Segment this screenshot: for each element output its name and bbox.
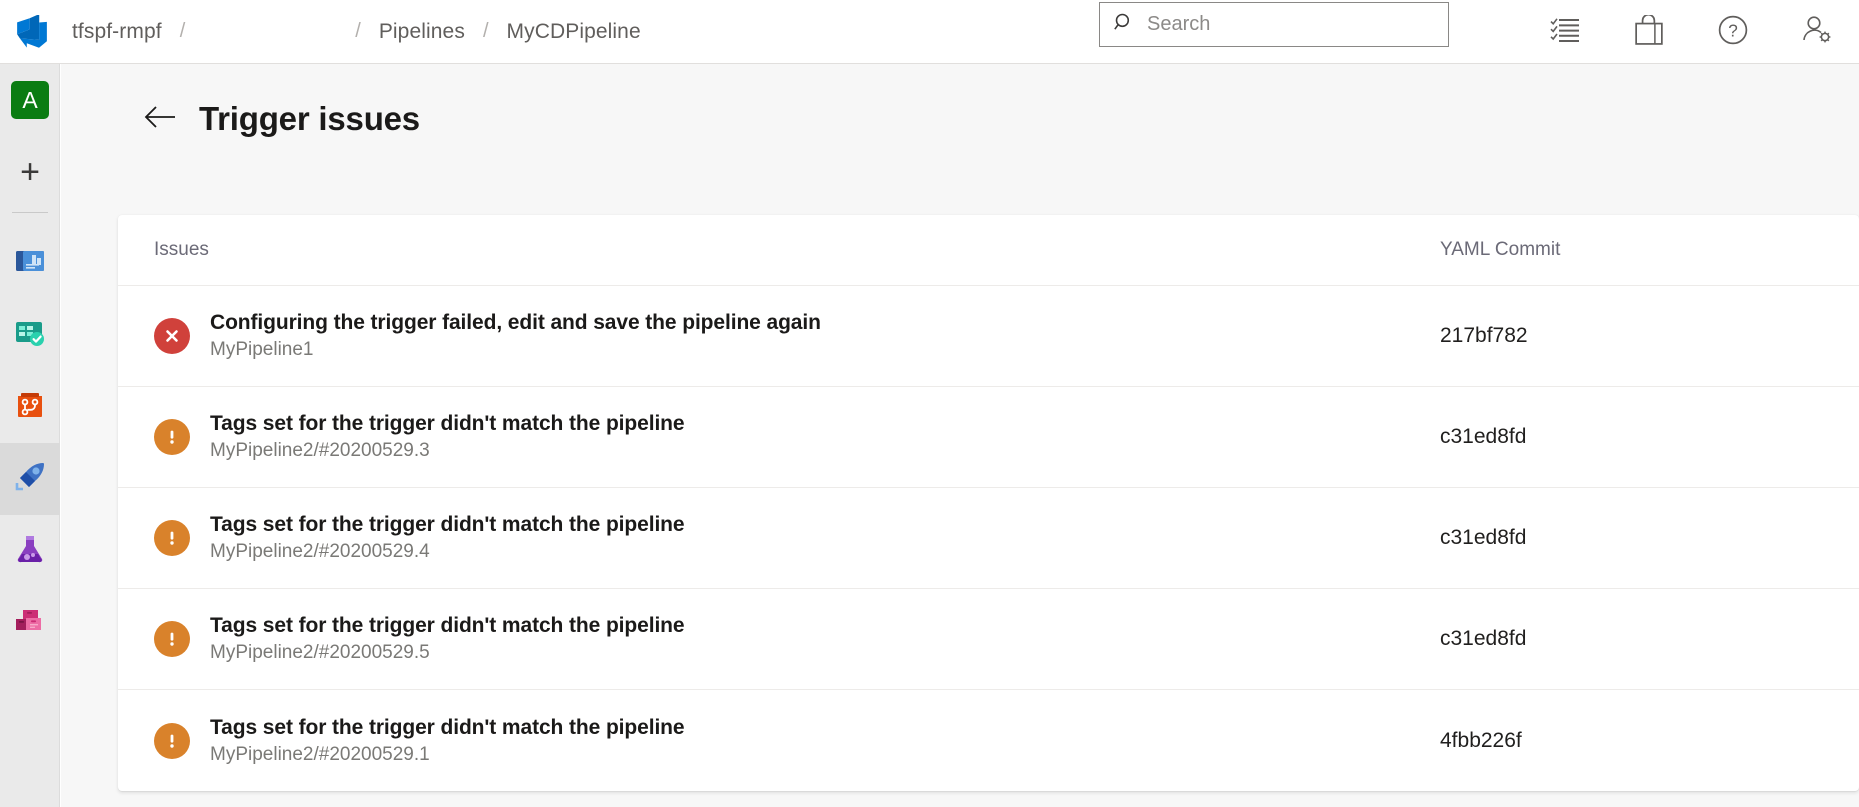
- sidebar-item-overview[interactable]: [0, 227, 60, 299]
- sidebar-item-pipelines[interactable]: [0, 443, 60, 515]
- warning-circle-icon: [154, 520, 190, 556]
- marketplace-button[interactable]: [1607, 0, 1691, 63]
- azure-devops-logo-icon: [15, 15, 49, 49]
- table-header-row: Issues YAML Commit: [118, 215, 1859, 286]
- sidebar-item-boards[interactable]: [0, 299, 60, 371]
- user-settings-icon: [1801, 15, 1833, 48]
- page-title: Trigger issues: [199, 100, 420, 138]
- cell-issue: Tags set for the trigger didn't match th…: [154, 412, 1404, 462]
- help-button[interactable]: ?: [1691, 0, 1775, 63]
- error-circle-icon: [154, 318, 190, 354]
- main-content-area: Trigger issues Issues YAML Commit Config…: [61, 64, 1859, 807]
- search-container: [1099, 2, 1449, 47]
- search-icon: [1114, 12, 1135, 38]
- marketplace-bag-icon: [1635, 15, 1663, 48]
- issue-source: MyPipeline2/#20200529.5: [210, 642, 684, 664]
- cell-issue: Tags set for the trigger didn't match th…: [154, 716, 1404, 766]
- tasks-checklist-icon: [1550, 17, 1580, 46]
- plus-icon: +: [20, 155, 40, 189]
- cell-yaml-commit: c31ed8fd: [1404, 425, 1859, 449]
- warning-circle-icon: [154, 419, 190, 455]
- project-avatar: A: [11, 81, 49, 119]
- table-row[interactable]: Configuring the trigger failed, edit and…: [118, 286, 1859, 387]
- column-header-issues: Issues: [154, 239, 1404, 261]
- left-navigation-rail: A +: [0, 64, 60, 807]
- search-box[interactable]: [1099, 2, 1449, 47]
- issue-title: Tags set for the trigger didn't match th…: [210, 513, 684, 537]
- repos-icon: [12, 387, 48, 428]
- issue-source: MyPipeline1: [210, 339, 821, 361]
- sidebar-item-repos[interactable]: [0, 371, 60, 443]
- issue-title: Configuring the trigger failed, edit and…: [210, 311, 821, 335]
- issue-text: Tags set for the trigger didn't match th…: [210, 513, 684, 563]
- issue-text: Configuring the trigger failed, edit and…: [210, 311, 821, 361]
- rail-divider: [12, 212, 48, 213]
- cell-yaml-commit: 217bf782: [1404, 324, 1859, 348]
- sidebar-item-test-plans[interactable]: [0, 515, 60, 587]
- artifacts-boxes-icon: [12, 603, 48, 644]
- user-settings-button[interactable]: [1775, 0, 1859, 63]
- page-header: Trigger issues: [61, 64, 1859, 174]
- issue-title: Tags set for the trigger didn't match th…: [210, 614, 684, 638]
- boards-icon: [12, 315, 48, 356]
- test-plans-flask-icon: [12, 531, 48, 572]
- tasks-checklist-button[interactable]: [1523, 0, 1607, 63]
- issue-text: Tags set for the trigger didn't match th…: [210, 412, 684, 462]
- issue-source: MyPipeline2/#20200529.4: [210, 541, 684, 563]
- issue-source: MyPipeline2/#20200529.1: [210, 744, 684, 766]
- cell-issue: Tags set for the trigger didn't match th…: [154, 513, 1404, 563]
- table-row[interactable]: Tags set for the trigger didn't match th…: [118, 387, 1859, 488]
- search-input[interactable]: [1147, 13, 1417, 36]
- top-header-bar: tfspf-rmpf / / Pipelines / MyCDPipeline: [0, 0, 1859, 64]
- breadcrumb: tfspf-rmpf / / Pipelines / MyCDPipeline: [64, 0, 649, 63]
- arrow-left-icon: [144, 105, 178, 134]
- issue-title: Tags set for the trigger didn't match th…: [210, 716, 684, 740]
- cell-yaml-commit: c31ed8fd: [1404, 627, 1859, 651]
- warning-circle-icon: [154, 723, 190, 759]
- breadcrumb-separator: /: [473, 20, 499, 43]
- cell-issue: Tags set for the trigger didn't match th…: [154, 614, 1404, 664]
- azure-devops-logo-button[interactable]: [0, 0, 64, 63]
- issue-text: Tags set for the trigger didn't match th…: [210, 716, 684, 766]
- sidebar-item-artifacts[interactable]: [0, 587, 60, 659]
- breadcrumb-separator: /: [345, 20, 371, 43]
- breadcrumb-separator: /: [170, 20, 196, 43]
- issue-source: MyPipeline2/#20200529.3: [210, 440, 684, 462]
- table-row[interactable]: Tags set for the trigger didn't match th…: [118, 589, 1859, 690]
- table-row[interactable]: Tags set for the trigger didn't match th…: [118, 488, 1859, 589]
- svg-text:?: ?: [1728, 20, 1738, 40]
- cell-issue: Configuring the trigger failed, edit and…: [154, 311, 1404, 361]
- breadcrumb-item-pipelines[interactable]: Pipelines: [371, 20, 473, 44]
- create-new-button[interactable]: +: [0, 136, 60, 208]
- issue-title: Tags set for the trigger didn't match th…: [210, 412, 684, 436]
- help-circle-icon: ?: [1718, 15, 1748, 48]
- issue-text: Tags set for the trigger didn't match th…: [210, 614, 684, 664]
- project-avatar-button[interactable]: A: [0, 64, 60, 136]
- column-header-yaml-commit: YAML Commit: [1404, 239, 1859, 261]
- breadcrumb-item-organization[interactable]: tfspf-rmpf: [64, 20, 170, 44]
- back-button[interactable]: [141, 99, 181, 139]
- table-row[interactable]: Tags set for the trigger didn't match th…: [118, 690, 1859, 791]
- overview-icon: [12, 243, 48, 284]
- cell-yaml-commit: c31ed8fd: [1404, 526, 1859, 550]
- warning-circle-icon: [154, 621, 190, 657]
- breadcrumb-item-mycdpipeline[interactable]: MyCDPipeline: [499, 20, 649, 44]
- cell-yaml-commit: 4fbb226f: [1404, 729, 1859, 753]
- trigger-issues-card: Issues YAML Commit Configuring the trigg…: [118, 215, 1859, 791]
- header-action-icons: ?: [1523, 0, 1859, 63]
- table-body: Configuring the trigger failed, edit and…: [118, 286, 1859, 791]
- pipelines-rocket-icon: [12, 459, 48, 500]
